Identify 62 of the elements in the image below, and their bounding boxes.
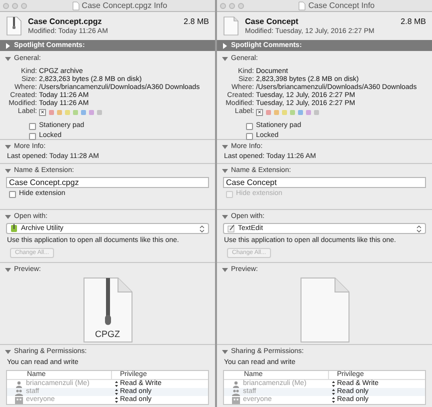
checkbox[interactable] [29, 132, 36, 140]
expanded-triangle-icon[interactable] [222, 214, 228, 220]
expanded-triangle-icon[interactable] [5, 56, 11, 62]
checkbox[interactable] [9, 190, 16, 198]
color-label-swatch[interactable] [57, 110, 62, 114]
expanded-triangle-icon[interactable] [5, 144, 11, 150]
window-title: Case Concept.cpgz Info [82, 0, 168, 10]
expanded-triangle-icon[interactable] [222, 56, 228, 62]
color-label-swatch[interactable] [290, 110, 295, 114]
name-field[interactable]: Case Concept.cpgz [6, 177, 209, 188]
file-size: 2.8 MB [184, 17, 209, 27]
pen-icon [227, 224, 235, 233]
expanded-triangle-icon[interactable] [222, 266, 228, 272]
color-label-swatch[interactable] [266, 110, 271, 114]
file-size: 2.8 MB [400, 17, 426, 27]
color-label-swatch[interactable] [282, 110, 287, 114]
color-label-swatch[interactable] [314, 110, 319, 114]
zipper-file-icon [82, 276, 132, 342]
collapsed-triangle-icon[interactable] [222, 42, 228, 48]
expanded-triangle-icon[interactable] [5, 348, 11, 354]
stepper-arrows-icon [115, 381, 118, 387]
box-icon [10, 224, 18, 233]
color-label-swatch[interactable] [89, 110, 94, 114]
stepper-arrows-icon [115, 389, 118, 395]
expanded-triangle-icon[interactable] [5, 266, 11, 272]
stepper-arrows-icon [199, 224, 205, 232]
expanded-triangle-icon[interactable] [222, 168, 228, 174]
file-name: Case Concept [245, 16, 300, 26]
file-type-text: CPGZ [94, 328, 121, 338]
color-label-swatch[interactable] [306, 110, 311, 114]
stepper-arrows-icon [332, 397, 335, 403]
color-label-swatch[interactable] [49, 110, 54, 114]
document-icon [72, 0, 80, 10]
window-title: Case Concept Info [308, 0, 375, 10]
file-name: Case Concept.cpgz [28, 16, 103, 26]
stepper-arrows-icon [115, 397, 118, 403]
expanded-triangle-icon[interactable] [222, 144, 228, 150]
color-label-swatch[interactable] [73, 110, 78, 114]
color-label-swatch[interactable] [97, 110, 102, 114]
color-label-swatch[interactable] [274, 110, 279, 114]
color-label-swatch[interactable] [81, 110, 86, 114]
checkbox[interactable] [29, 122, 36, 130]
expanded-triangle-icon[interactable] [5, 168, 11, 174]
collapsed-triangle-icon[interactable] [5, 42, 11, 48]
person-icon [15, 380, 23, 388]
stepper-arrows-icon [332, 389, 335, 395]
stepper-arrows-icon [332, 381, 335, 387]
expanded-triangle-icon[interactable] [222, 348, 228, 354]
group-icon [15, 388, 23, 396]
checkbox[interactable] [246, 132, 253, 140]
stepper-arrows-icon [416, 224, 422, 232]
checkbox[interactable] [246, 122, 253, 130]
archive-file-icon [6, 16, 22, 36]
color-label-swatch[interactable] [298, 110, 303, 114]
name-field[interactable]: Case Concept [223, 177, 426, 188]
document-preview-icon [300, 276, 350, 342]
document-icon [223, 16, 239, 36]
person-icon [232, 380, 240, 388]
group-icon [232, 388, 240, 396]
color-label-swatch[interactable] [65, 110, 70, 114]
document-icon [298, 0, 306, 10]
expanded-triangle-icon[interactable] [5, 214, 11, 220]
